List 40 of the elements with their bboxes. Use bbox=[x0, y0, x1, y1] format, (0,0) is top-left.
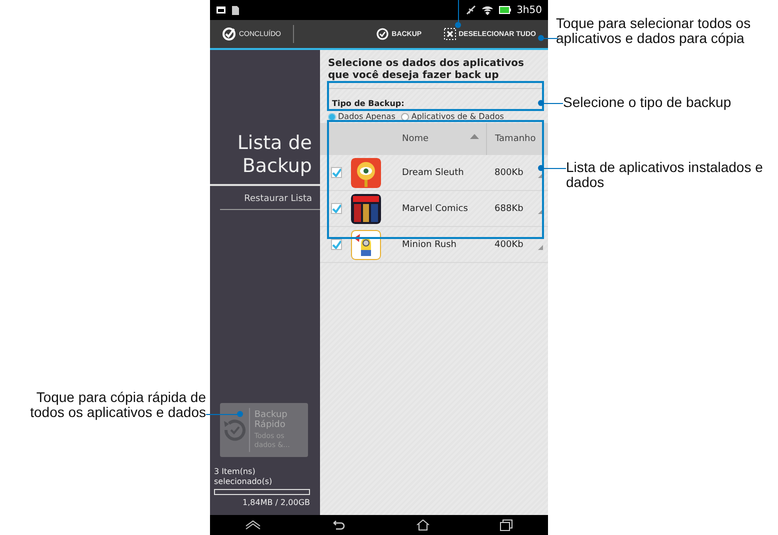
backup-type-radio[interactable]: Dados Apenas bbox=[328, 112, 396, 121]
callout-text: Toque para cópia rápida de todos os aplicativos e dados bbox=[29, 390, 206, 420]
cartoon-character-app-icon bbox=[351, 230, 381, 260]
row-checkbox[interactable] bbox=[331, 239, 342, 250]
callout-text: Selecione o tipo de backup bbox=[563, 95, 732, 110]
size-column-header[interactable]: Tamanho bbox=[486, 123, 548, 155]
resize-corner-icon bbox=[538, 208, 543, 214]
recent-apps-icon[interactable] bbox=[500, 519, 513, 531]
selection-count: 3 Item(ns) selecionado(s) bbox=[213, 466, 274, 488]
airplane-icon bbox=[466, 5, 476, 15]
app-size: 800Kb bbox=[494, 168, 524, 178]
storage-reading: 1,84MB / 2,00GB bbox=[242, 497, 311, 509]
app-name: Dream Sleuth bbox=[390, 155, 487, 190]
callout-text: Lista de aplicativos instalados e dados bbox=[566, 160, 764, 190]
app-size: 400Kb bbox=[494, 240, 524, 250]
callout-text: Toque para selecionar todos os aplicativos e dados para cópia bbox=[556, 16, 752, 46]
home-icon[interactable] bbox=[416, 519, 430, 531]
app-name: Marvel Comics bbox=[390, 190, 487, 226]
deselect-icon bbox=[444, 28, 456, 40]
row-checkbox[interactable] bbox=[331, 167, 342, 178]
backup-type-label: Tipo de Backup: bbox=[331, 98, 406, 108]
home-chevron-icon[interactable] bbox=[245, 520, 262, 530]
app-size: 688Kb bbox=[494, 204, 524, 214]
wifi-icon bbox=[482, 6, 493, 14]
app-name: Minion Rush bbox=[390, 226, 487, 262]
row-checkbox[interactable] bbox=[331, 203, 342, 214]
backup-type-radio[interactable]: Aplicativos de & Dados bbox=[401, 112, 504, 121]
back-icon[interactable] bbox=[331, 520, 346, 530]
comic-heroes-app-icon bbox=[351, 194, 381, 224]
battery-icon bbox=[498, 6, 511, 14]
check-circle-icon bbox=[376, 28, 389, 40]
clock-text: 3h50 bbox=[516, 4, 542, 16]
instruction-heading: Selecione os dados dos aplicativos que você deseja fazer back up bbox=[328, 58, 542, 89]
name-column-header[interactable]: Nome bbox=[402, 134, 429, 144]
document-icon bbox=[232, 6, 239, 14]
magnifier-eye-app-icon bbox=[351, 158, 381, 188]
check-circle-icon bbox=[222, 27, 236, 41]
image-icon bbox=[216, 6, 226, 14]
resize-corner-icon bbox=[538, 244, 543, 250]
resize-corner-icon bbox=[538, 172, 543, 178]
